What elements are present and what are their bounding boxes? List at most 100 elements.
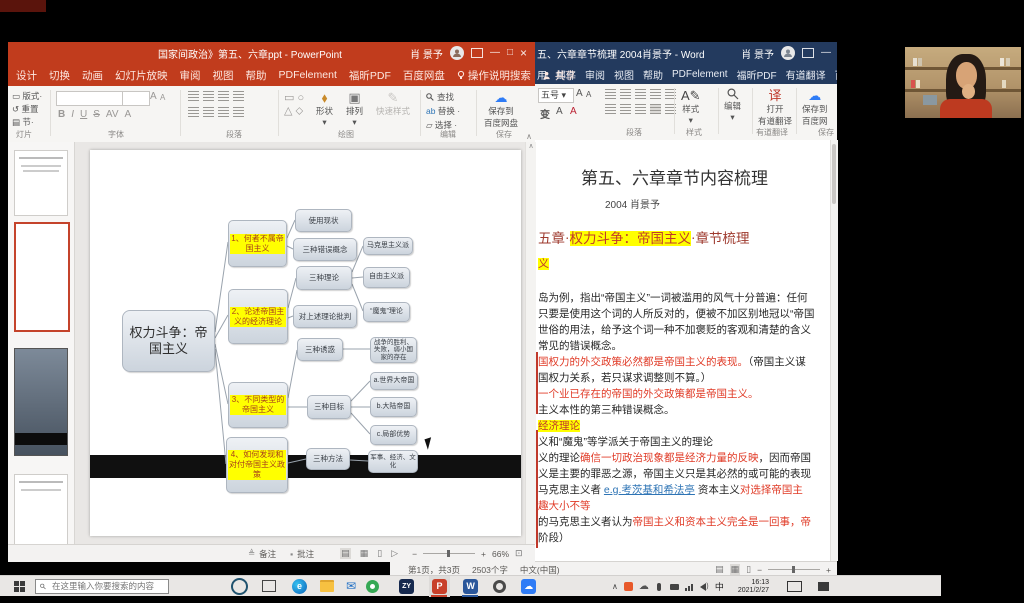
word-language[interactable]: 中文(中国)	[520, 564, 560, 576]
word-tab-help[interactable]: 帮助	[643, 67, 663, 82]
columns-icon[interactable]	[233, 107, 244, 117]
word-tab-review[interactable]: 审阅	[585, 67, 605, 82]
editing-button[interactable]: 编辑▾	[724, 88, 741, 123]
word-tab-view[interactable]: 视图	[614, 67, 634, 82]
bullets-icon[interactable]	[605, 89, 616, 99]
font-size-combo[interactable]: 五号 ▾	[538, 88, 574, 103]
read-mode-icon[interactable]: ▤	[715, 564, 724, 575]
slide-thumbnail[interactable]	[14, 348, 68, 456]
reset-button[interactable]: ↺ 重置	[12, 103, 42, 116]
word-tab-pdfelement[interactable]: PDFelement	[672, 69, 728, 80]
ppt-tab-foxit[interactable]: 福昕PDF	[349, 68, 391, 83]
justify-icon[interactable]	[650, 104, 661, 114]
italic-icon[interactable]: I	[71, 109, 74, 120]
word-minimize-button[interactable]: —	[821, 48, 831, 58]
ppt-tell-me[interactable]: 操作说明搜索	[457, 68, 531, 83]
ppt-tab-pdfelement[interactable]: PDFelement	[279, 69, 337, 81]
bullets-icon[interactable]	[188, 91, 199, 101]
ime-indicator[interactable]: 中	[715, 580, 724, 593]
cortana-icon[interactable]	[231, 578, 248, 595]
edge-icon[interactable]: e	[292, 579, 307, 594]
ppt-zoom-in[interactable]: +	[481, 549, 486, 559]
align-right-icon[interactable]	[635, 104, 646, 114]
char-spacing-icon[interactable]: AV	[106, 109, 119, 120]
slide-sorter-icon[interactable]: ▦	[360, 548, 369, 559]
mindmap-node-devil[interactable]: “魔鬼”理论	[363, 302, 410, 322]
mindmap-node-inducements[interactable]: 三种诱惑	[297, 338, 343, 361]
fit-to-window-icon[interactable]: ⊡	[515, 548, 523, 559]
mindmap-node-theories[interactable]: 三种理论	[296, 266, 352, 290]
word-zoom-out[interactable]: −	[757, 565, 762, 575]
word-zoom-slider[interactable]	[768, 569, 820, 570]
powerpoint-taskbar-button[interactable]: P	[429, 576, 450, 597]
ppt-tab-review[interactable]: 审阅	[180, 68, 201, 83]
numbering-icon[interactable]	[203, 91, 214, 101]
grow-font-icon[interactable]: A	[576, 88, 583, 99]
baidupan-icon[interactable]: ☁	[521, 579, 536, 594]
section-button[interactable]: ▤ 节·	[12, 116, 42, 129]
mindmap-node-continental-empire[interactable]: b.大陆帝国	[370, 397, 417, 417]
network-icon[interactable]	[685, 582, 694, 591]
ppt-zoom-level[interactable]: 66%	[492, 549, 509, 559]
indent-icon[interactable]	[218, 91, 229, 101]
ppt-tab-help[interactable]: 帮助	[246, 68, 267, 83]
ppt-tab-animations[interactable]: 动画	[82, 68, 103, 83]
word-document-page[interactable]: 第五、六章章节内容梳理 2004 肖景予 五章·权力斗争：帝国主义·章节梳理 义…	[535, 140, 837, 561]
ppt-maximize-button[interactable]: □	[507, 48, 513, 58]
tray-clock[interactable]: 16:13 2021/2/27	[738, 579, 769, 595]
word-tab-baidupan[interactable]: 百度网盘	[835, 67, 837, 82]
word-scrollbar[interactable]	[830, 140, 838, 561]
grow-font-icon[interactable]: A	[150, 91, 157, 102]
mindmap-node-war[interactable]: 战争的胜利、失败，弱小国家的存在	[370, 337, 417, 363]
notification-center-icon[interactable]	[818, 582, 829, 591]
mindmap-node-critique[interactable]: 对上述理论批判	[293, 305, 357, 328]
shape-gallery[interactable]: ▭ ○△ ⬦	[284, 92, 304, 118]
ppt-zoom-slider[interactable]	[423, 553, 475, 554]
mindmap-node-4[interactable]: 4、如何发现和对付帝国主义政策	[226, 437, 288, 493]
multilevel-list-icon[interactable]	[635, 89, 646, 99]
mindmap-node-liberal[interactable]: 自由主义派	[363, 267, 410, 288]
font-color-icon[interactable]: A	[570, 106, 577, 117]
mindmap-node-3[interactable]: 3、不同类型的帝国主义	[228, 382, 288, 428]
bold-icon[interactable]: B	[58, 109, 65, 120]
arrange-button[interactable]: ▣ 排列▾	[346, 90, 363, 128]
task-view-icon[interactable]	[262, 580, 276, 592]
tray-cloud-icon[interactable]: ☁	[639, 581, 649, 592]
shapes-button[interactable]: ⬧ 形状▾	[316, 90, 333, 128]
ppt-tab-view[interactable]: 视图	[213, 68, 234, 83]
line-spacing-icon[interactable]	[233, 91, 244, 101]
zy-app-icon[interactable]: ZY	[399, 579, 414, 594]
tray-expand-icon[interactable]: ∧	[612, 582, 618, 591]
mindmap-node-local-preponderance[interactable]: c.局部优势	[370, 425, 417, 445]
ppt-scrollbar[interactable]: ∧	[525, 142, 536, 544]
mindmap-node-2[interactable]: 2、论述帝国主义的经济理论	[228, 289, 288, 344]
mindmap-node-mil-eco-cul[interactable]: 军事、经济、文化	[368, 450, 418, 473]
shrink-font-icon[interactable]: A	[586, 90, 591, 99]
word-page-indicator[interactable]: 第1页，共3页	[408, 564, 460, 576]
font-color-icon[interactable]: A	[125, 109, 132, 120]
font-size-combo[interactable]	[122, 91, 150, 106]
recorder-gear-icon[interactable]	[493, 580, 506, 593]
word-tab-youdao[interactable]: 有道翻译	[786, 67, 826, 82]
search-input[interactable]	[50, 580, 164, 592]
ppt-save-to-baidupan-button[interactable]: ☁ 保存到百度网盘	[484, 90, 518, 129]
taskbar-search[interactable]	[35, 579, 169, 594]
align-left-icon[interactable]	[188, 107, 199, 117]
print-layout-icon[interactable]: ▦	[730, 564, 741, 575]
mindmap-node-usage[interactable]: 使用现状	[295, 209, 352, 232]
slideshow-icon[interactable]: ▷	[391, 548, 398, 559]
ppt-tab-transitions[interactable]: 切换	[49, 68, 70, 83]
mindmap-node-world-empire[interactable]: a.世界大帝国	[370, 372, 418, 390]
underline-icon[interactable]: U	[80, 109, 87, 120]
indent-icon[interactable]	[650, 89, 661, 99]
mindmap-node-1[interactable]: 1、何者不属帝国主义	[228, 220, 287, 267]
font-name-combo[interactable]	[56, 91, 124, 106]
ppt-zoom-out[interactable]: −	[412, 549, 417, 559]
shrink-font-icon[interactable]: A	[160, 93, 165, 102]
ribbon-display-options-icon[interactable]	[802, 48, 814, 58]
mindmap-node-marxist[interactable]: 马克思主义派	[363, 237, 413, 255]
collapse-ribbon-icon[interactable]: ∧	[526, 132, 532, 141]
slide-thumbnail-selected[interactable]	[14, 222, 70, 332]
slide-thumbnail[interactable]	[14, 474, 68, 544]
phonetic-guide-icon[interactable]: 变	[540, 106, 550, 121]
